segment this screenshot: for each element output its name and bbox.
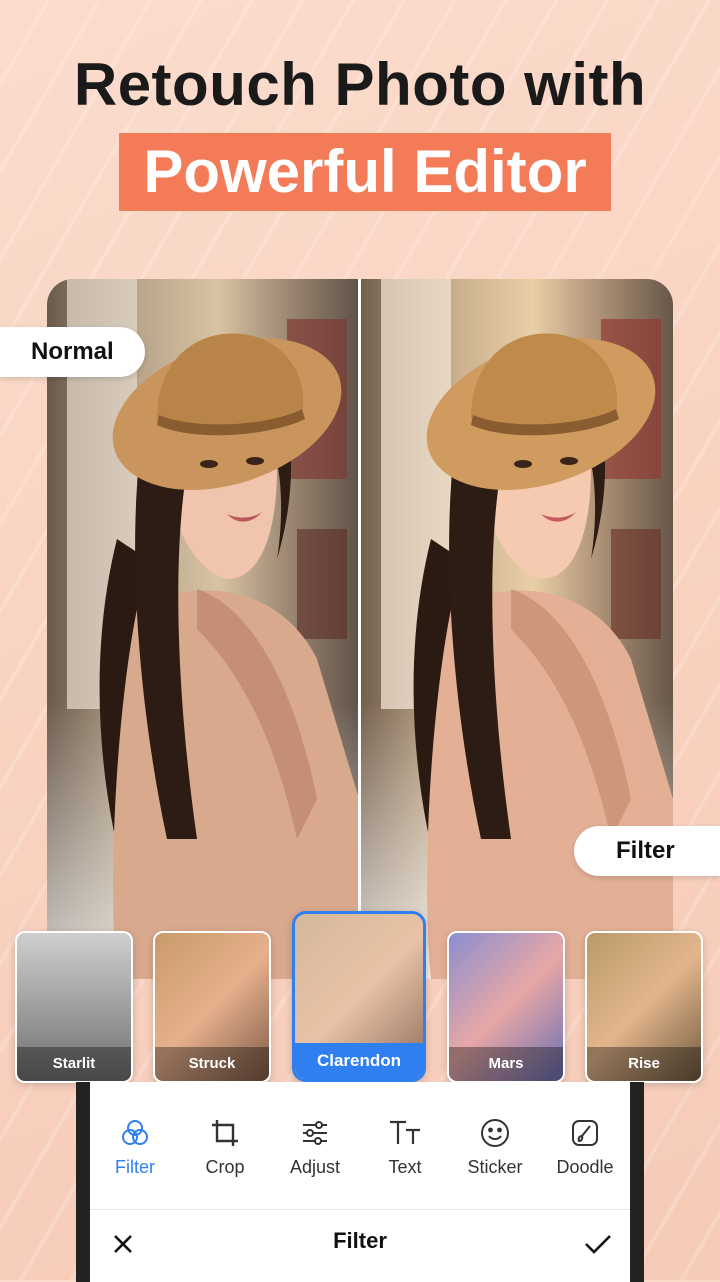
filter-tag: Filter	[574, 826, 720, 876]
banner: Powerful Editor	[119, 133, 611, 211]
filter-label: Starlit	[17, 1047, 131, 1081]
tool-text[interactable]: Text	[360, 1113, 450, 1178]
divider	[90, 1209, 630, 1210]
filter-thumb-mars[interactable]: Mars	[447, 931, 565, 1083]
tool-label: Filter	[115, 1157, 155, 1177]
filter-label: Struck	[155, 1047, 269, 1081]
filter-label: Clarendon	[295, 1043, 423, 1079]
tool-doodle[interactable]: Doodle	[540, 1113, 630, 1178]
sliders-icon	[270, 1113, 360, 1153]
tool-label: Sticker	[467, 1157, 523, 1177]
brush-icon	[540, 1113, 630, 1153]
smiley-icon	[450, 1113, 540, 1153]
filter-thumb-clarendon[interactable]: Clarendon	[292, 911, 426, 1082]
tool-crop[interactable]: Crop	[180, 1113, 270, 1178]
check-icon[interactable]	[582, 1226, 614, 1262]
tool-label: Doodle	[556, 1157, 614, 1177]
headline: Retouch Photo with	[73, 51, 647, 118]
tool-sticker[interactable]: Sticker	[450, 1113, 540, 1178]
text-icon	[360, 1113, 450, 1153]
filter-thumb-starlit[interactable]: Starlit	[15, 931, 133, 1083]
tool-adjust[interactable]: Adjust	[270, 1113, 360, 1178]
portrait-illustration	[99, 333, 359, 979]
tool-filter[interactable]: Filter	[90, 1113, 180, 1178]
normal-tag: Normal	[0, 327, 145, 377]
filter-icon	[90, 1113, 180, 1153]
filter-label: Mars	[449, 1047, 563, 1081]
compare-divider-handle[interactable]	[358, 279, 361, 979]
filter-label: Rise	[587, 1047, 701, 1081]
filter-thumb-struck[interactable]: Struck	[153, 931, 271, 1083]
tool-label: Adjust	[289, 1157, 341, 1177]
tool-label: Crop	[205, 1157, 245, 1177]
crop-icon	[180, 1113, 270, 1153]
tool-label: Text	[388, 1157, 422, 1177]
photo-normal	[47, 279, 359, 979]
filter-thumb-rise[interactable]: Rise	[585, 931, 703, 1083]
